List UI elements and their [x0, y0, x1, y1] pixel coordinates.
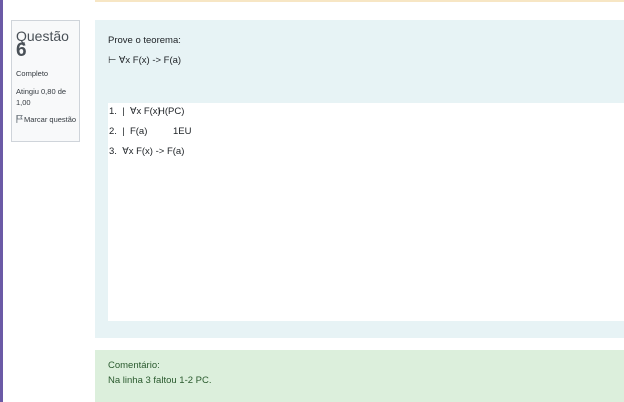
previous-question-edge: [95, 0, 624, 2]
question-state: Completo: [16, 69, 49, 78]
feedback-panel: Comentário: Na linha 3 faltou 1-2 PC.: [95, 350, 624, 402]
proof-justification-2: 1EU: [173, 126, 192, 137]
feedback-title: Comentário:: [108, 360, 160, 371]
proof-line-1: 1. | ∀x F(x): [109, 106, 161, 117]
question-formulation: Prove o teorema: ⊢ ∀x F(x) -> F(a) 1. | …: [95, 20, 624, 338]
left-rail: [0, 0, 3, 402]
question-grade: Atingiu 0,80 de 1,00: [16, 87, 67, 107]
theorem-statement: ⊢ ∀x F(x) -> F(a): [108, 55, 182, 66]
proof-justification-1: H(PC): [158, 106, 185, 117]
proof-answer-area[interactable]: 1. | ∀x F(x) H(PC) 2. | F(a) 1EU 3. ∀x F…: [108, 103, 624, 321]
question-number: 6: [16, 40, 27, 61]
flag-icon: [16, 115, 23, 123]
question-info-panel: Questão 6 Completo Atingiu 0,80 de 1,00 …: [11, 20, 80, 142]
flag-question-label: Marcar questão: [24, 115, 77, 124]
flag-question-link[interactable]: Marcar questão: [16, 114, 78, 125]
feedback-text: Na linha 3 faltou 1-2 PC.: [108, 375, 212, 386]
proof-line-3: 3. ∀x F(x) -> F(a): [109, 146, 185, 157]
proof-line-2: 2. | F(a): [109, 126, 148, 137]
question-prompt: Prove o teorema:: [108, 35, 181, 46]
